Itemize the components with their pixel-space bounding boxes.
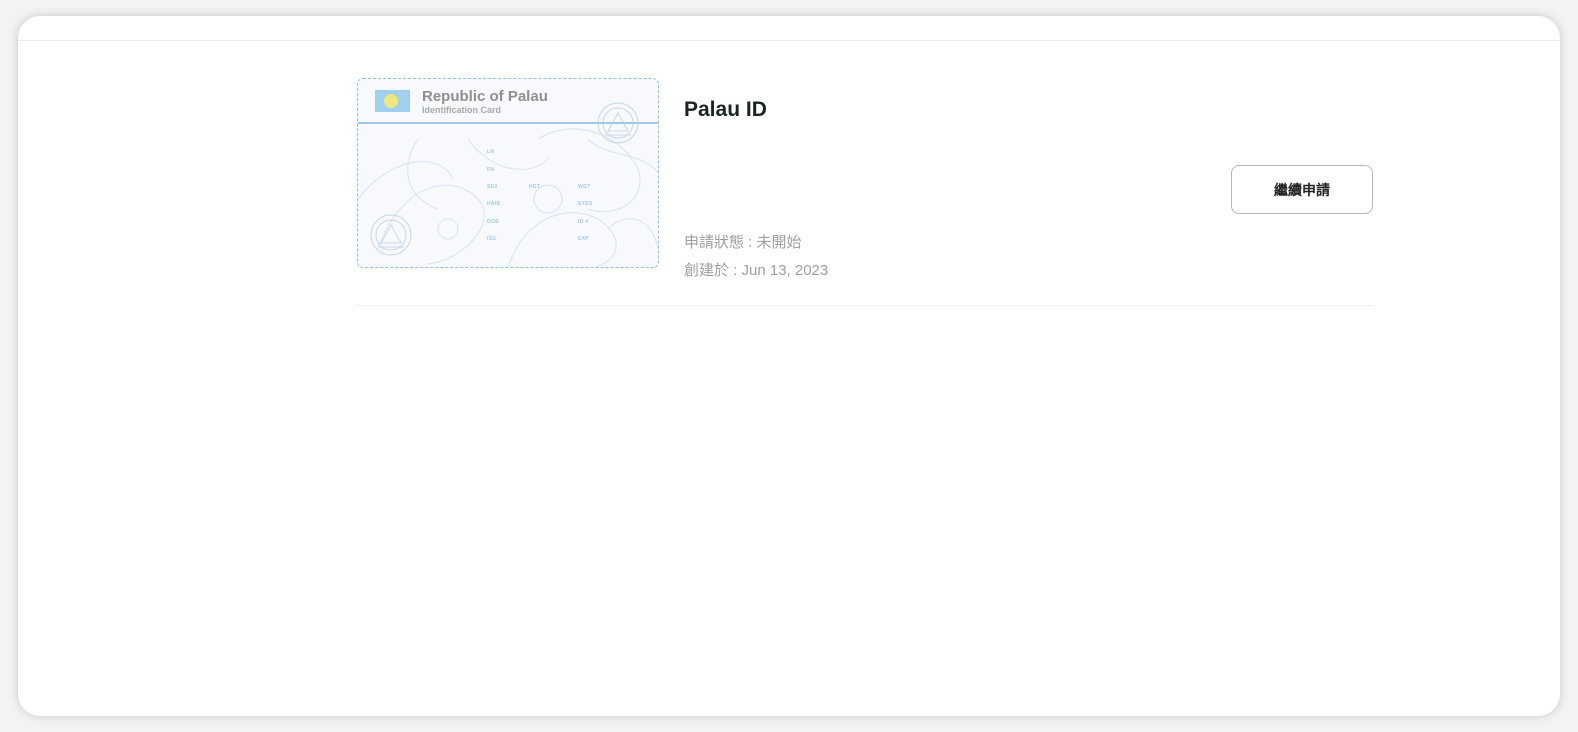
field-wgt: WGT: [578, 184, 591, 190]
field-eyes: EYES: [578, 201, 593, 207]
field-hair: HAIR: [487, 201, 501, 207]
palau-flag-icon: [375, 90, 410, 112]
field-fn: FN: [487, 167, 495, 173]
field-hgt: HGT: [529, 184, 541, 190]
application-status: 申請狀態 : 未開始: [684, 234, 802, 251]
application-title: Palau ID: [684, 98, 767, 121]
palau-id-card-image: Republic of Palau Identification Card LN…: [357, 78, 659, 268]
field-id-number: ID #: [578, 219, 589, 225]
application-created-date: 創建於 : Jun 13, 2023: [684, 262, 829, 279]
field-ln: LN: [487, 149, 495, 155]
field-dob: DOB: [487, 219, 500, 225]
field-iss: ISS: [487, 236, 496, 242]
header-divider: [18, 40, 1560, 41]
card-country-title: Republic of Palau: [422, 88, 548, 105]
field-exp: EXP: [578, 236, 589, 242]
field-sex: SEX: [487, 184, 498, 190]
card-type-subtitle: Identification Card: [422, 105, 502, 115]
app-window: Republic of Palau Identification Card LN…: [18, 16, 1560, 716]
application-row: Republic of Palau Identification Card LN…: [357, 78, 1373, 306]
card-accent-line: [358, 122, 658, 124]
continue-application-button[interactable]: 繼續申請: [1231, 165, 1373, 214]
